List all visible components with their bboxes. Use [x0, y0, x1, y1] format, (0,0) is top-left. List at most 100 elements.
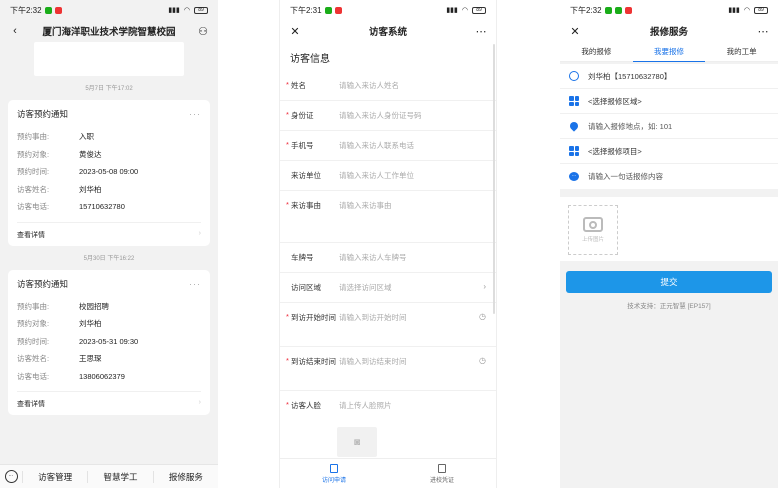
close-icon[interactable]: ✕ — [288, 25, 302, 38]
more-icon[interactable]: ··· — [189, 109, 201, 119]
form-icon — [330, 463, 338, 473]
grid-icon — [569, 146, 579, 156]
field-start-time[interactable]: * 到访开始时间 请输入到访开始时间 ◷ — [280, 303, 496, 347]
tab-visit-apply[interactable]: 访问申请 — [280, 459, 388, 488]
upload-label: 上传图片 — [581, 237, 604, 243]
field-placeholder[interactable]: 请上传人脸照片 — [339, 400, 486, 411]
face-upload-camera-icon[interactable]: ◙ — [337, 427, 377, 457]
chevron-right-icon: › — [483, 282, 486, 291]
signal-icon: ▮▮▮ — [446, 7, 458, 14]
field-id-card[interactable]: * 身份证 请输入来访人身份证号码 — [280, 101, 496, 131]
field-placeholder[interactable]: 请输入到访开始时间 — [339, 312, 479, 323]
close-icon[interactable]: ✕ — [568, 25, 582, 38]
field-phone[interactable]: * 手机号 请输入来访人联系电话 — [280, 131, 496, 161]
repair-item-select[interactable]: <选择报修项目> — [560, 139, 778, 164]
row-label: 访客姓名: — [17, 354, 50, 364]
row-label: 预约对象: — [17, 149, 50, 159]
status-time: 下午2:32 — [570, 5, 602, 15]
view-details-link[interactable]: 查看详情 › — [17, 221, 201, 240]
signal-icon: ▮▮▮ — [728, 7, 740, 14]
field-label: 到访结束时间 — [291, 357, 336, 366]
page-title: 访客系统 — [368, 27, 407, 38]
field-face[interactable]: * 访客人脸 请上传人脸照片 — [280, 391, 496, 421]
chat-icon: ··· — [569, 172, 579, 181]
clock-icon: ◷ — [479, 356, 486, 365]
tab-my-repairs[interactable]: 我的报修 — [560, 42, 633, 62]
chevron-right-icon: › — [198, 229, 201, 237]
field-label: 到访开始时间 — [291, 313, 336, 322]
field-plate[interactable]: 车牌号 请输入来访人车牌号 — [280, 243, 496, 273]
ticket-icon — [438, 463, 446, 473]
message-list[interactable]: 5月7日 下午17:02 访客预约通知 ··· 预约事由: 入职 预约对象: 黄俊达 … — [0, 42, 218, 466]
field-label: 访客人脸 — [291, 401, 321, 410]
repair-tabs: 我的报修 我要报修 我的工单 — [560, 42, 778, 62]
field-placeholder[interactable]: 请输入来访人联系电话 — [339, 140, 486, 151]
field-reason[interactable]: * 来访事由 请输入来访事由 — [280, 191, 496, 243]
keyboard-toggle[interactable]: ⋯ — [0, 470, 22, 483]
more-icon[interactable]: ⋯ — [756, 25, 770, 38]
tab-bar: 访问申请 进校凭证 — [280, 458, 496, 488]
field-label: 身份证 — [291, 111, 314, 120]
date-separator: 5月7日 下午17:02 — [85, 86, 133, 92]
page-title: 报修服务 — [649, 27, 688, 38]
row-label: 预约事由: — [17, 301, 50, 311]
menu-visitor-management[interactable]: 访客管理 — [22, 470, 87, 483]
submit-button[interactable]: 提交 — [566, 271, 772, 293]
field-placeholder[interactable]: 请输入到访结束时间 — [339, 356, 479, 367]
tab-request-repair[interactable]: 我要报修 — [632, 42, 706, 62]
repair-area-select[interactable]: <选择报修区域> — [560, 89, 778, 114]
row-label: 预约时间: — [17, 167, 50, 177]
field-placeholder[interactable]: 请输入来访人车牌号 — [339, 252, 486, 263]
field-placeholder[interactable]: 请输入来访人姓名 — [339, 80, 486, 91]
more-icon[interactable]: ⋯ — [474, 25, 488, 38]
field-company[interactable]: 来访单位 请输入来访人工作单位 — [280, 161, 496, 191]
app-icon — [44, 6, 52, 14]
status-bar: 下午2:32 ▮▮▮ ◠ 89 — [560, 0, 778, 20]
field-placeholder[interactable]: 请输入来访人身份证号码 — [339, 110, 486, 121]
menu-repair-service[interactable]: 报修服务 — [152, 470, 218, 483]
wifi-icon: ◠ — [461, 7, 468, 14]
battery-icon: 89 — [754, 6, 768, 14]
user-icon[interactable]: ⚇ — [196, 25, 210, 38]
status-time: 下午2:31 — [290, 5, 322, 15]
field-area[interactable]: 访问区域 请选择访问区域 › — [280, 273, 496, 303]
tech-support-text: 技术支持：正元智慧 [EP157] — [627, 303, 711, 310]
reporter-text: 刘华柏【15710632780】 — [588, 71, 672, 81]
repair-location-input[interactable]: 请输入报修地点，如: 101 — [560, 114, 778, 139]
more-icon[interactable]: ··· — [189, 279, 201, 289]
menu-smart-student-affairs[interactable]: 智慧学工 — [87, 470, 152, 483]
card-row: 访客电话: 15710632780 — [17, 198, 201, 216]
field-label: 手机号 — [291, 141, 314, 150]
upload-image-button[interactable]: 上传图片 — [568, 205, 618, 255]
clock-icon: ◷ — [479, 312, 486, 321]
keyboard-icon: ⋯ — [4, 470, 18, 483]
field-name[interactable]: * 姓名 请输入来访人姓名 — [280, 71, 496, 101]
card-title: 访客预约通知 — [17, 109, 69, 119]
location-icon — [568, 120, 580, 132]
status-bar: 下午2:32 ▮▮▮ ◠ 89 — [0, 0, 218, 20]
row-value: 13806062379 — [79, 371, 125, 381]
battery-icon: 89 — [472, 6, 486, 14]
view-details-link[interactable]: 查看详情 › — [17, 391, 201, 409]
row-value: 校园招聘 — [79, 301, 109, 311]
repair-content-input[interactable]: ··· 请输入一句话报修内容 — [560, 164, 778, 189]
app-icon — [334, 6, 342, 14]
field-end-time[interactable]: * 到访结束时间 请输入到访结束时间 ◷ — [280, 347, 496, 391]
grid-icon — [569, 96, 579, 106]
field-placeholder[interactable]: 请输入来访人工作单位 — [339, 170, 486, 181]
camera-icon — [583, 217, 603, 232]
repair-area-text: <选择报修区域> — [588, 96, 642, 106]
scrollbar[interactable] — [493, 44, 495, 314]
tab-entry-pass[interactable]: 进校凭证 — [388, 459, 496, 488]
card-row: 预约时间: 2023-05-08 09:00 — [17, 163, 201, 181]
row-value: 黄俊达 — [79, 149, 102, 159]
tab-my-work-orders[interactable]: 我的工单 — [705, 42, 778, 62]
field-placeholder[interactable]: 请输入来访事由 — [339, 200, 486, 211]
card-row: 预约对象: 刘华柏 — [17, 315, 201, 333]
status-bar: 下午2:31 ▮▮▮ ◠ 89 — [280, 0, 496, 20]
field-placeholder[interactable]: 请选择访问区域 — [339, 282, 483, 293]
previous-card-fragment — [34, 42, 184, 76]
back-icon[interactable]: ‹ — [8, 25, 22, 37]
user-icon — [569, 71, 579, 81]
wifi-icon: ◠ — [183, 7, 190, 14]
